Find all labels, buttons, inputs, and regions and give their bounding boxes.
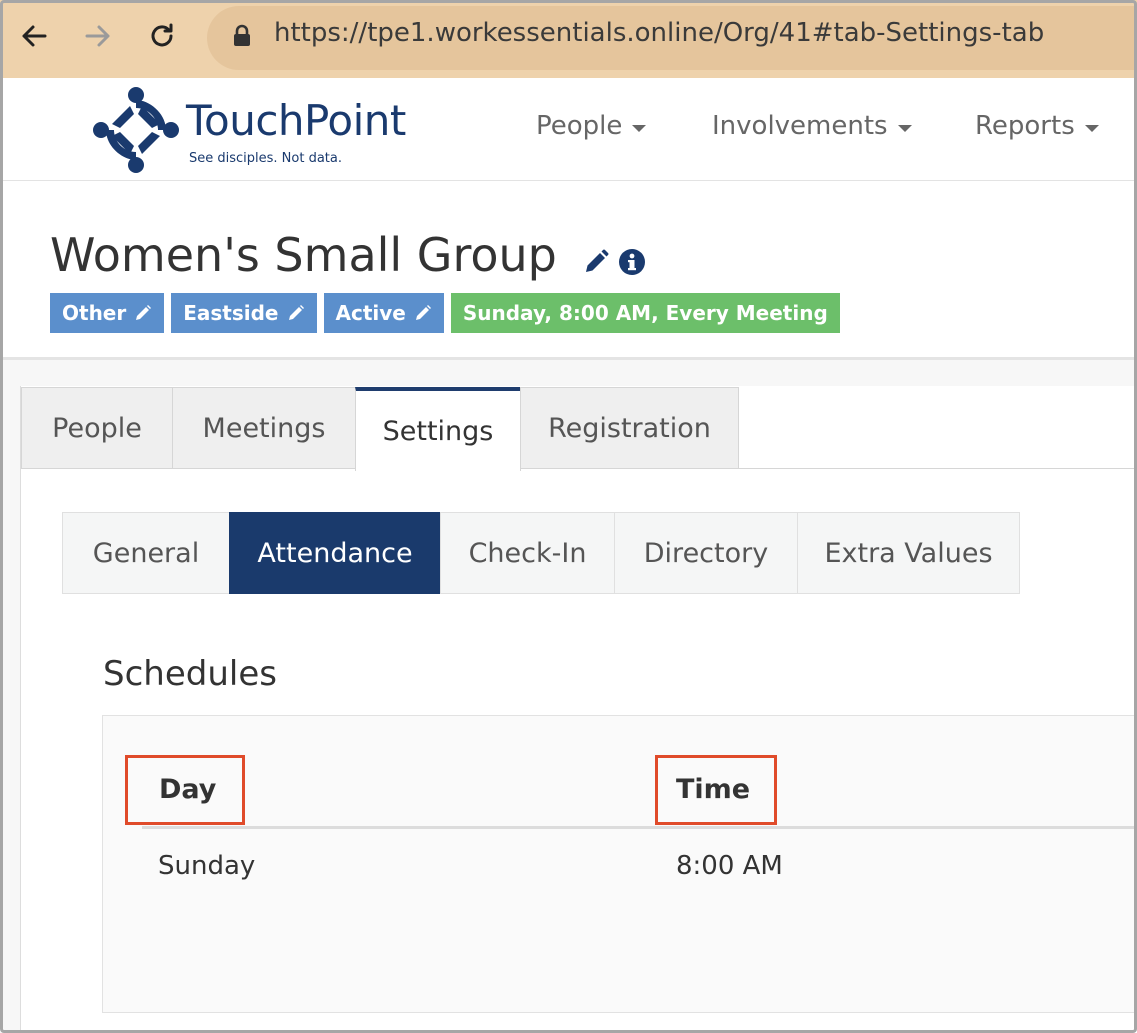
subtab-attendance[interactable]: Attendance	[229, 512, 441, 594]
page-title: Women's Small Group	[50, 228, 557, 282]
cell-day: Sunday	[158, 851, 256, 881]
touchpoint-logo-icon[interactable]	[90, 84, 182, 176]
subtab-general[interactable]: General	[62, 512, 230, 594]
tab-settings[interactable]: Settings	[355, 387, 521, 471]
divider	[0, 357, 1137, 360]
pencil-icon	[136, 305, 152, 320]
badge-program[interactable]: Other	[50, 293, 165, 333]
topnav-label: People	[536, 111, 623, 141]
subtab-extra-values[interactable]: Extra Values	[797, 512, 1020, 594]
subtab-check-in[interactable]: Check-In	[440, 512, 615, 594]
topnav-reports[interactable]: Reports	[975, 111, 1099, 141]
caret-down-icon	[897, 124, 912, 132]
lock-icon	[234, 24, 250, 46]
back-button[interactable]	[14, 16, 54, 56]
caret-down-icon	[632, 124, 647, 132]
url-text[interactable]: https://tpe1.workessentials.online/Org/4…	[274, 18, 1044, 48]
tab-people[interactable]: People	[21, 387, 173, 469]
reload-button[interactable]	[142, 16, 182, 56]
badge-label: Active	[335, 301, 406, 325]
brand-name[interactable]: TouchPoint	[186, 96, 406, 145]
badge-label: Other	[62, 301, 127, 325]
badge-campus[interactable]: Eastside	[171, 293, 317, 333]
pencil-icon	[288, 305, 304, 320]
arrow-right-icon	[85, 25, 110, 47]
topnav-people[interactable]: People	[536, 111, 647, 141]
org-badges: Other Eastside Active Sunday, 8:00 AM, E…	[50, 293, 840, 333]
pencil-icon	[415, 305, 431, 320]
badge-label: Eastside	[183, 301, 279, 325]
tab-underline	[738, 468, 1137, 469]
pencil-icon[interactable]	[582, 248, 610, 276]
info-icon[interactable]	[618, 248, 646, 276]
tab-registration[interactable]: Registration	[520, 387, 739, 469]
caret-down-icon	[1084, 124, 1099, 132]
topnav-label: Reports	[975, 111, 1075, 141]
tab-meetings[interactable]: Meetings	[172, 387, 356, 469]
arrow-left-icon	[22, 25, 47, 47]
header-divider	[142, 826, 1137, 829]
forward-button[interactable]	[78, 16, 118, 56]
subtab-directory[interactable]: Directory	[614, 512, 798, 594]
section-title: Schedules	[103, 654, 277, 694]
badge-schedule[interactable]: Sunday, 8:00 AM, Every Meeting	[450, 293, 840, 333]
badge-status[interactable]: Active	[323, 293, 444, 333]
badge-label: Sunday, 8:00 AM, Every Meeting	[462, 301, 828, 325]
topnav-label: Involvements	[712, 111, 888, 141]
schedules-table	[102, 715, 1137, 1013]
brand-tagline: See disciples. Not data.	[189, 151, 342, 166]
topnav-involvements[interactable]: Involvements	[712, 111, 912, 141]
highlight-box-time	[655, 755, 777, 825]
cell-time: 8:00 AM	[676, 851, 783, 881]
highlight-box-day	[125, 755, 245, 825]
reload-icon	[151, 23, 173, 47]
